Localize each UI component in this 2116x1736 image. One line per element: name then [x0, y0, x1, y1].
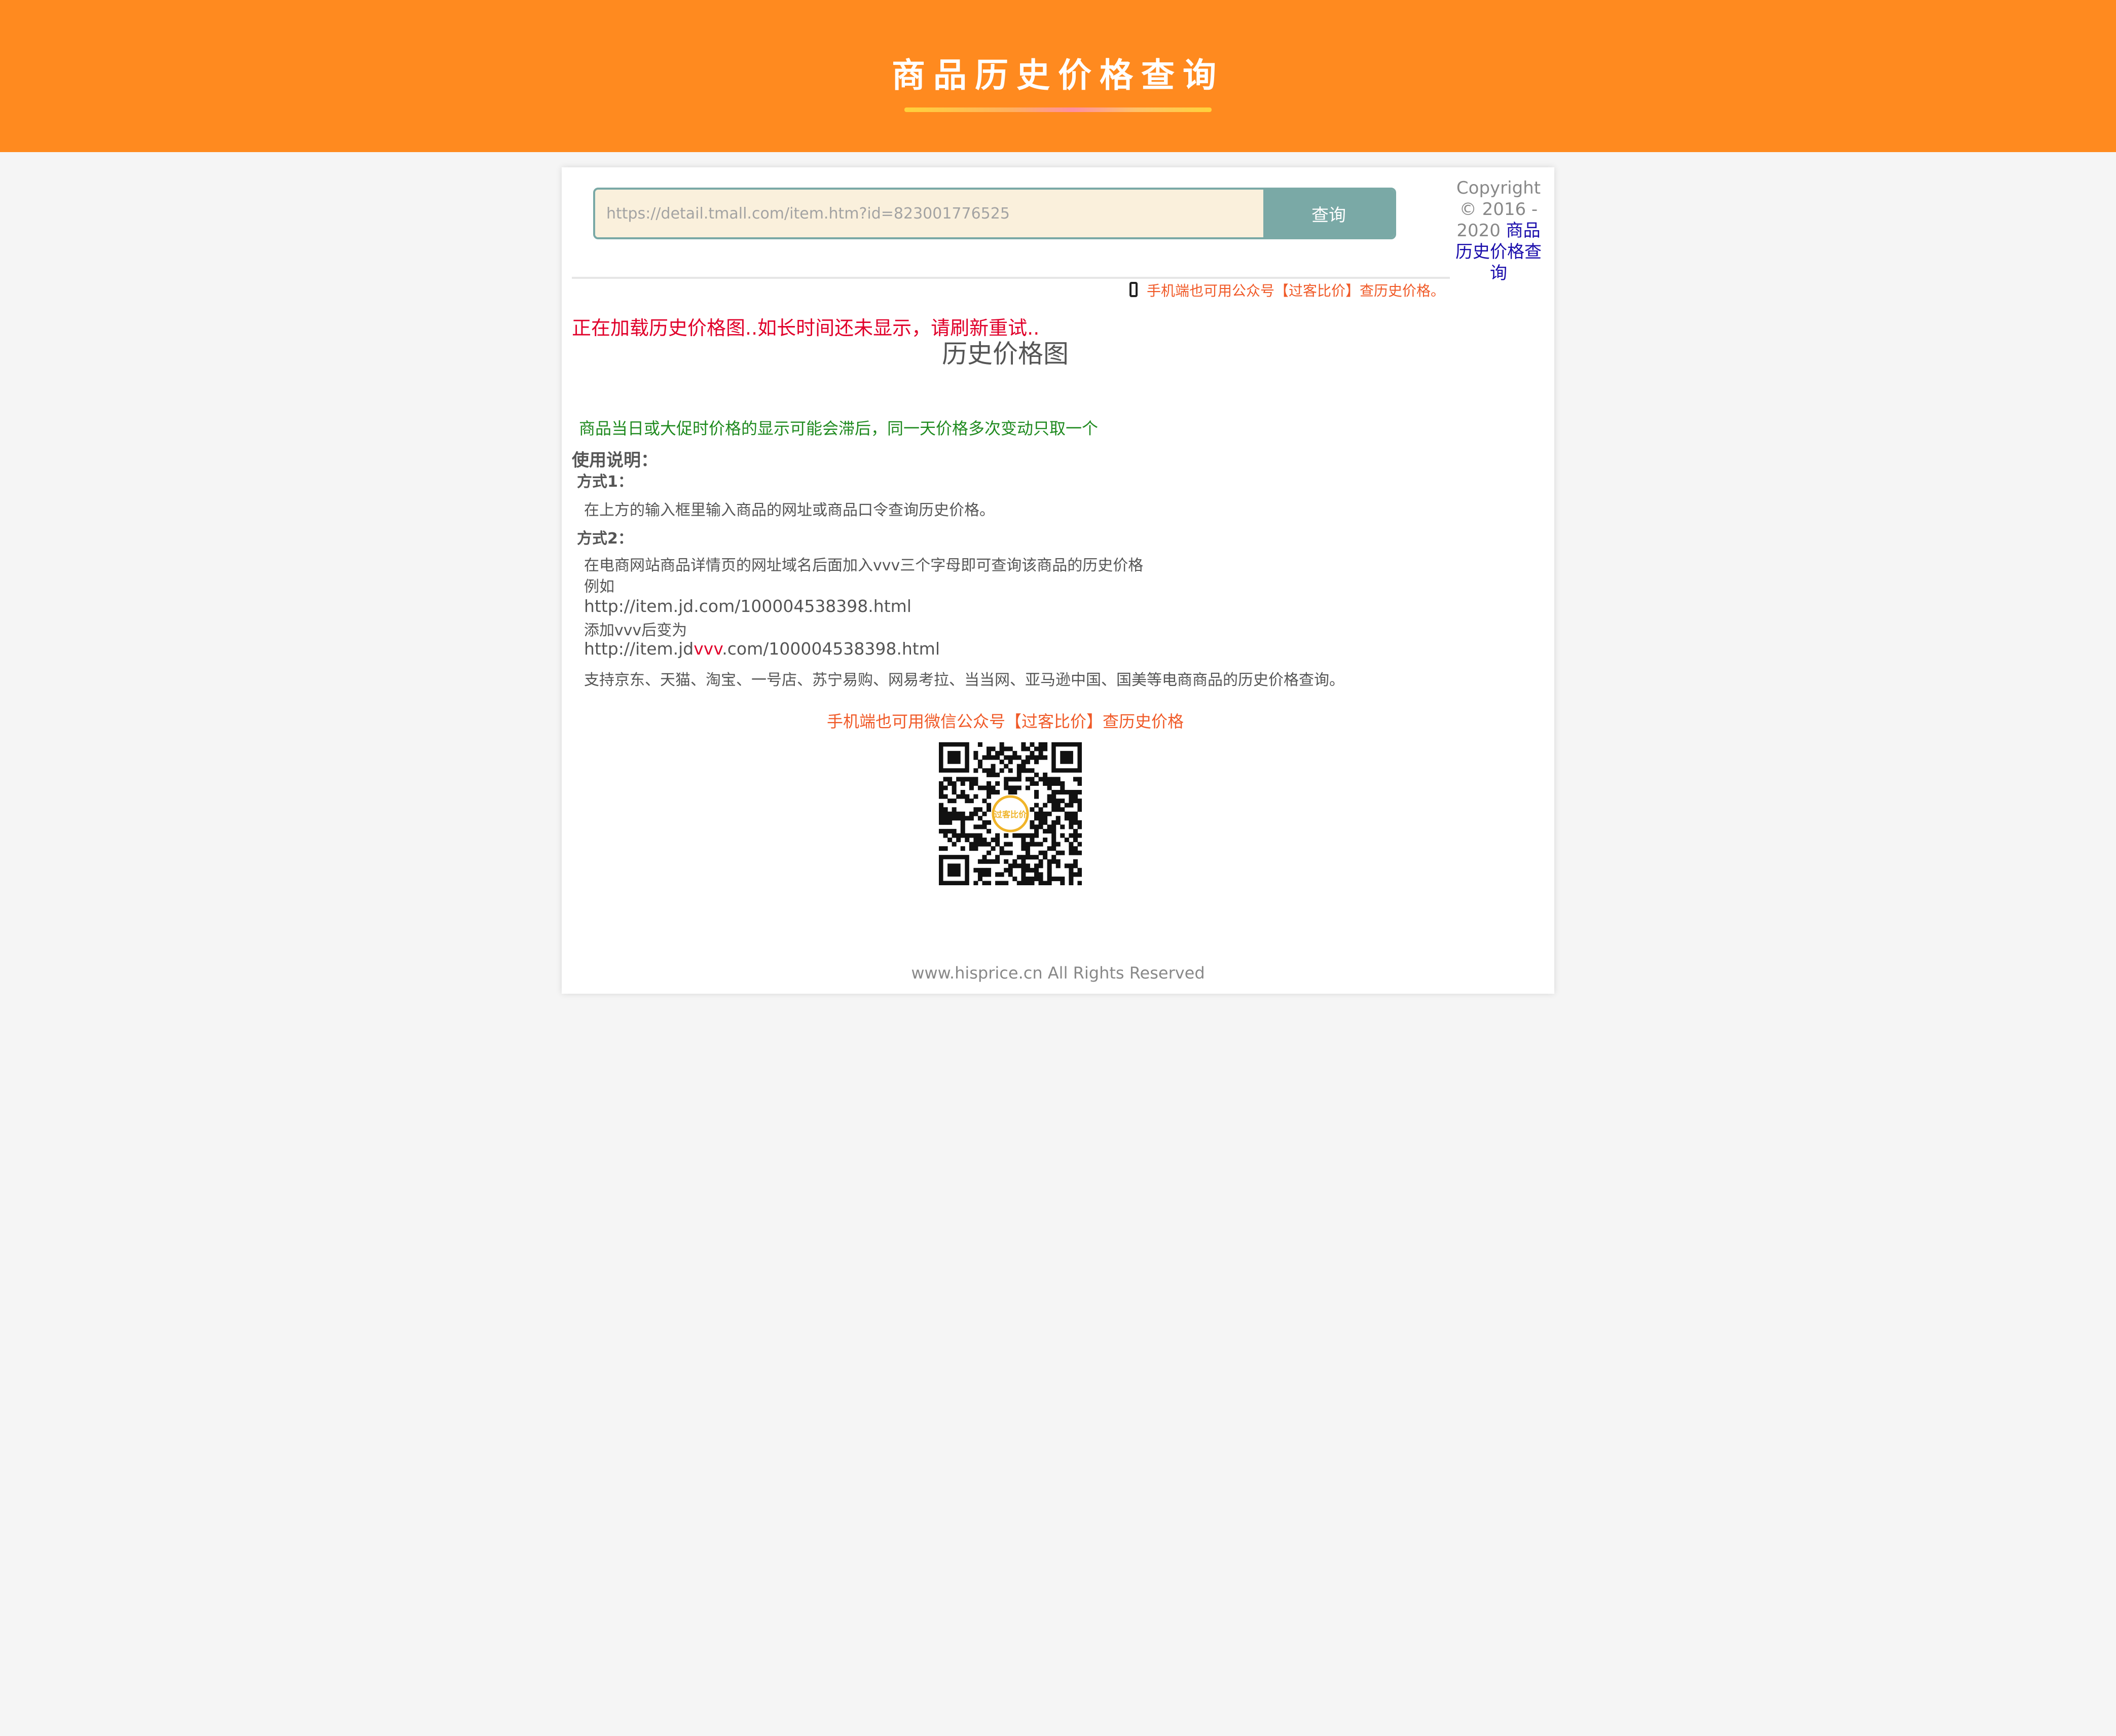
- main-card: 查询 Copyright © 2016 - 2020 商品历史价格查询 手机端也…: [562, 167, 1554, 994]
- top-header-bar: 商品历史价格查询: [0, 0, 2116, 152]
- method1-title: 方式1：: [577, 473, 633, 491]
- supported-sites: 支持京东、天猫、淘宝、一号店、苏宁易购、网易考拉、当当网、亚马逊中国、国美等电商…: [584, 671, 1344, 689]
- mobile-tip-text: 手机端也可用公众号【过客比价】查历史价格。: [1146, 282, 1445, 299]
- title-underline: [904, 107, 1212, 112]
- method2-after-label: 添加vvv后变为: [584, 622, 687, 639]
- method1-text: 在上方的输入框里输入商品的网址或商品口令查询历史价格。: [584, 501, 995, 519]
- example-url-before: http://item.jd.com/100004538398.html: [584, 596, 911, 616]
- copyright: Copyright © 2016 - 2020 商品历史价格查询: [1453, 177, 1544, 284]
- svg-text:过客比价: 过客比价: [994, 810, 1027, 819]
- wechat-tip: 手机端也可用微信公众号【过客比价】查历史价格: [826, 712, 1184, 731]
- site-title: 商品历史价格查询: [892, 56, 1224, 95]
- url-prefix: http://item.jd: [584, 639, 694, 659]
- url-highlight: vvv: [694, 639, 722, 659]
- wechat-qr-code: 过客比价: [939, 742, 1082, 886]
- search-button[interactable]: 查询: [1263, 190, 1394, 237]
- search-form: 查询: [593, 188, 1396, 239]
- method2-title: 方式2：: [577, 530, 633, 548]
- price-notice: 商品当日或大促时价格的显示可能会滞后，同一天价格多次变动只取一个: [579, 419, 1099, 438]
- chart-title: 历史价格图: [942, 339, 1069, 369]
- example-url-after: http://item.jdvvv.com/100004538398.html: [584, 639, 940, 659]
- method2-example-label: 例如: [584, 578, 614, 596]
- phone-icon: [1129, 282, 1138, 297]
- url-suffix: .com/100004538398.html: [722, 639, 940, 659]
- divider: [572, 277, 1450, 279]
- mobile-tip: 手机端也可用公众号【过客比价】查历史价格。: [1129, 280, 1445, 300]
- usage-title: 使用说明：: [572, 450, 658, 471]
- footer-copyright: www.hisprice.cn All Rights Reserved: [911, 963, 1205, 983]
- qr-code-graphic: 过客比价: [939, 742, 1082, 886]
- method2-description: 在电商网站商品详情页的网址域名后面加入vvv三个字母即可查询该商品的历史价格: [584, 557, 1144, 574]
- search-input[interactable]: [595, 190, 1263, 237]
